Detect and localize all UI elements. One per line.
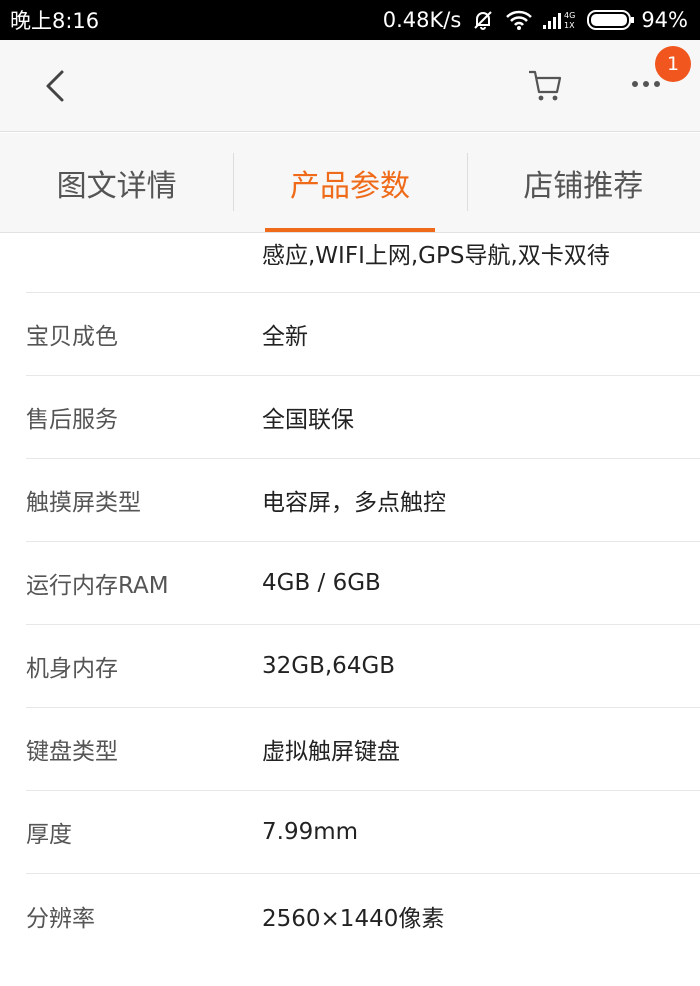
- spec-label: 触摸屏类型: [26, 490, 141, 516]
- spec-row: 感应,WIFI上网,GPS导航,双卡双待: [26, 234, 700, 293]
- spec-label: 宝贝成色: [26, 324, 118, 350]
- status-bar: 晚上8:16 0.48K/s 4G 1X 94%: [0, 0, 700, 40]
- battery-icon: [587, 10, 635, 30]
- spec-label: 分辨率: [26, 905, 95, 932]
- status-speed: 0.48K/s: [382, 8, 462, 32]
- spec-value: 电容屏，多点触控: [262, 490, 446, 516]
- svg-text:1X: 1X: [564, 21, 575, 30]
- spec-value: 32GB,64GB: [262, 653, 396, 679]
- spec-label: 售后服务: [26, 407, 118, 433]
- tab-parameters[interactable]: 产品参数: [233, 133, 466, 232]
- mute-bell-icon: [471, 8, 495, 32]
- spec-label: 键盘类型: [26, 739, 118, 765]
- spec-value: 全国联保: [262, 407, 354, 433]
- spec-value: 感应,WIFI上网,GPS导航,双卡双待: [262, 243, 610, 269]
- battery-level: 94%: [641, 8, 688, 32]
- status-indicators: 0.48K/s 4G 1X 94%: [383, 8, 688, 32]
- tab-shop-recommend[interactable]: 店铺推荐: [466, 133, 700, 232]
- svg-text:4G: 4G: [564, 11, 575, 20]
- spec-value: 虚拟触屏键盘: [262, 739, 400, 765]
- spec-row: 分辨率 2560×1440像素: [26, 874, 700, 957]
- screen: 晚上8:16 0.48K/s 4G 1X 94% 1 图文详情 产品参数 店铺推…: [0, 0, 700, 986]
- tab-bar: 图文详情 产品参数 店铺推荐: [0, 133, 700, 233]
- cart-icon[interactable]: [526, 68, 564, 104]
- spec-row: 触摸屏类型 电容屏，多点触控: [26, 459, 700, 542]
- battery-indicator: 94%: [587, 8, 688, 32]
- signal-icon: 4G 1X: [543, 9, 577, 31]
- status-time: 晚上8:16: [10, 9, 100, 33]
- spec-label: 运行内存RAM: [26, 573, 169, 599]
- chevron-left-icon[interactable]: [38, 66, 74, 106]
- spec-value: 7.99mm: [262, 819, 359, 845]
- spec-value: 2560×1440像素: [262, 905, 445, 932]
- spec-row: 键盘类型 虚拟触屏键盘: [26, 708, 700, 791]
- more-dots-icon[interactable]: [630, 76, 662, 92]
- spec-row: 运行内存RAM 4GB / 6GB: [26, 542, 700, 625]
- wifi-icon: [505, 9, 533, 31]
- spec-label: 厚度: [26, 822, 72, 848]
- spec-label: 机身内存: [26, 656, 118, 682]
- nav-bar: 1: [0, 40, 700, 132]
- spec-value: 全新: [262, 324, 308, 350]
- spec-row: 厚度 7.99mm: [26, 791, 700, 874]
- spec-row: 宝贝成色 全新: [26, 293, 700, 376]
- tab-detail[interactable]: 图文详情: [0, 133, 233, 232]
- spec-row: 售后服务 全国联保: [26, 376, 700, 459]
- spec-value: 4GB / 6GB: [262, 570, 381, 596]
- spec-list: 感应,WIFI上网,GPS导航,双卡双待 宝贝成色 全新 售后服务 全国联保 触…: [0, 234, 700, 957]
- notification-badge: 1: [655, 46, 691, 82]
- spec-row: 机身内存 32GB,64GB: [26, 625, 700, 708]
